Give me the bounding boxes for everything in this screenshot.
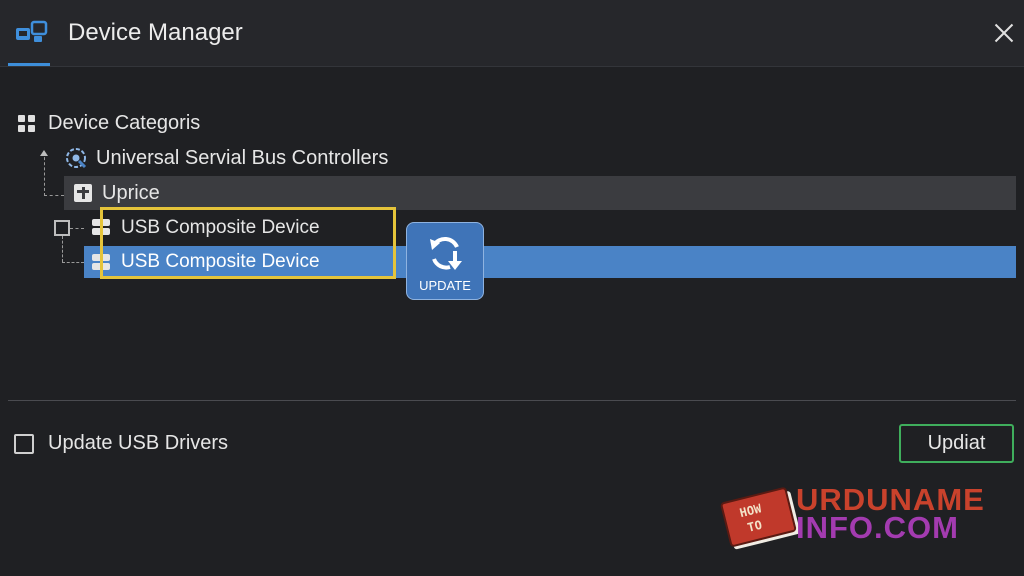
tree-group-label: Uprice	[102, 182, 160, 204]
tree-connector	[62, 262, 84, 263]
tree-root-label[interactable]: Device Categoris	[48, 112, 200, 135]
expand-plus-icon[interactable]	[74, 184, 92, 202]
tree-node-box-icon[interactable]	[54, 220, 70, 236]
title-bar: Device Manager	[0, 0, 1024, 67]
update-button[interactable]: UPDATE	[406, 222, 484, 300]
tree-connector	[62, 236, 63, 262]
usb-controller-icon	[66, 148, 87, 169]
tree-category-usb-controllers[interactable]: Universal Servial Bus Controllers	[96, 147, 388, 170]
highlight-box	[100, 207, 396, 279]
update-button-label: UPDATE	[419, 278, 471, 293]
tree-group-row[interactable]	[64, 176, 1016, 210]
tree-connector	[70, 228, 84, 229]
refresh-download-icon	[430, 237, 462, 270]
update-usb-drivers-checkbox[interactable]	[14, 434, 34, 454]
device-manager-icon	[16, 20, 48, 42]
checkbox-label: Update USB Drivers	[48, 432, 229, 454]
watermark-line-2: INFO.COM	[796, 510, 959, 545]
close-icon[interactable]	[990, 20, 1018, 48]
window-title: Device Manager	[68, 19, 243, 46]
title-tab-indicator	[8, 63, 50, 66]
divider	[8, 400, 1016, 401]
categories-icon	[18, 115, 36, 133]
update-action-button[interactable]: Updiat	[899, 424, 1014, 463]
tree-expand-arrow-icon[interactable]	[40, 150, 48, 156]
tree-connector	[44, 152, 45, 196]
watermark-book-logo: HOW TO	[720, 487, 800, 550]
tree-connector	[44, 195, 64, 196]
